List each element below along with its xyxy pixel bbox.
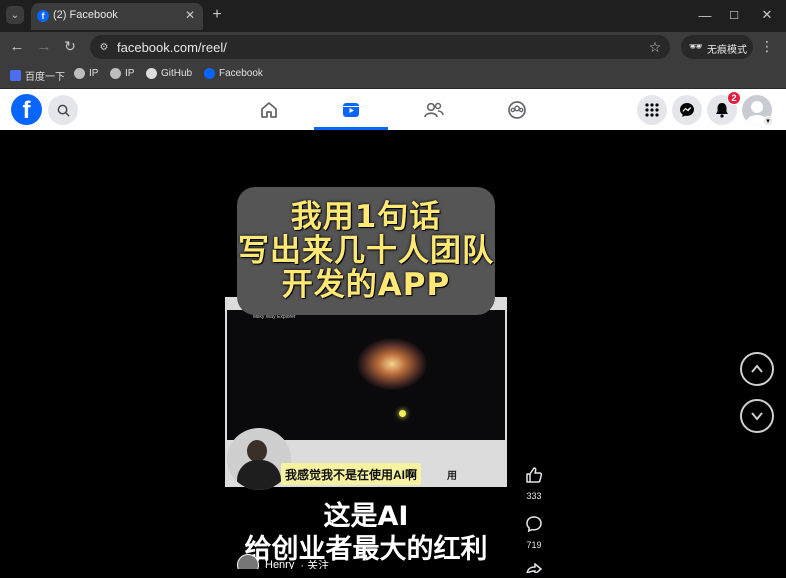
- previous-reel-button[interactable]: [740, 352, 774, 386]
- author-avatar[interactable]: [237, 554, 259, 569]
- browser-toolbar: ← → ↻ ⚙ facebook.com/reel/ ☆ 🕶 无痕模式 ⋮: [0, 32, 786, 61]
- github-icon: [146, 68, 157, 79]
- tab-search-icon[interactable]: ⌄: [6, 6, 24, 24]
- baidu-icon: [10, 70, 21, 81]
- maximize-icon[interactable]: ☐: [726, 7, 742, 23]
- tab-groups[interactable]: [480, 89, 554, 130]
- facebook-favicon-icon: f: [37, 10, 49, 22]
- top-title-line-2: 写出来几十人团队: [238, 233, 494, 269]
- browser-tab-bar: ⌄ f (2) Facebook ✕ + — ☐ ✕: [0, 0, 786, 32]
- new-tab-button[interactable]: +: [208, 6, 226, 24]
- sun-dot: [399, 410, 406, 417]
- milky-way-app-preview: Milky Way Explorer: [227, 310, 505, 440]
- top-title-line-1: 我用1句话: [290, 199, 442, 235]
- facebook-logo[interactable]: f: [11, 94, 42, 125]
- bookmark-baidu[interactable]: 百度一下: [10, 68, 65, 83]
- comment-count: 719: [526, 540, 542, 550]
- minimize-icon[interactable]: —: [697, 7, 713, 23]
- follow-link[interactable]: · 关注: [300, 557, 329, 569]
- bookmark-star-icon[interactable]: ☆: [646, 38, 664, 56]
- tab-title: (2) Facebook: [53, 9, 118, 21]
- notification-badge: 2: [727, 91, 741, 105]
- search-icon: [57, 104, 70, 117]
- bookmark-github[interactable]: GitHub: [146, 68, 192, 79]
- bookmarks-bar: 百度一下 IP IP GitHub Facebook: [0, 61, 786, 89]
- reels-icon: [343, 102, 359, 117]
- url-text: facebook.com/reel/: [117, 40, 227, 55]
- browser-tab[interactable]: f (2) Facebook ✕: [31, 3, 203, 30]
- comment-icon: [526, 516, 542, 533]
- tab-home[interactable]: [232, 89, 306, 130]
- forward-icon[interactable]: →: [35, 37, 53, 55]
- bookmark-label: IP: [125, 68, 135, 79]
- share-icon: [525, 562, 543, 577]
- search-button[interactable]: [48, 95, 78, 125]
- reel-video[interactable]: Milky Way Explorer 我用1句话 写出来几十人团队 开发的APP…: [225, 130, 507, 569]
- facebook-top-nav: f ▾: [0, 89, 786, 130]
- top-title-line-3: 开发的APP: [281, 267, 451, 303]
- messenger-button[interactable]: [672, 95, 702, 125]
- close-icon[interactable]: ✕: [759, 7, 775, 23]
- bottom-title-line-1: 这是AI: [323, 501, 409, 532]
- share-action[interactable]: [518, 560, 550, 578]
- chevron-down-icon[interactable]: ▾: [763, 116, 773, 126]
- bookmark-ip-1[interactable]: IP: [74, 68, 98, 79]
- like-count: 333: [526, 491, 542, 501]
- author-name[interactable]: Henry: [265, 559, 294, 569]
- bookmark-facebook[interactable]: Facebook: [204, 68, 263, 79]
- bookmark-ip-2[interactable]: IP: [110, 68, 134, 79]
- messenger-icon: [680, 103, 694, 117]
- bell-icon: [716, 103, 728, 118]
- video-subtitle: 我感觉我不是在使用AI啊: [281, 463, 422, 485]
- next-reel-button[interactable]: [740, 399, 774, 433]
- bookmark-label: GitHub: [161, 68, 193, 79]
- author-row: Henry · 关注: [237, 554, 329, 569]
- like-action[interactable]: 333: [518, 466, 550, 501]
- chevron-up-icon: [751, 364, 763, 373]
- globe-icon: [74, 68, 85, 79]
- address-bar[interactable]: ⚙ facebook.com/reel/ ☆: [90, 35, 670, 59]
- tab-close-icon[interactable]: ✕: [183, 8, 197, 22]
- galaxy-image: [357, 338, 427, 390]
- tab-reels[interactable]: [314, 89, 388, 130]
- site-info-icon[interactable]: ⚙: [96, 39, 112, 55]
- menu-button[interactable]: [637, 95, 667, 125]
- tab-friends[interactable]: [397, 89, 471, 130]
- bookmark-label: Facebook: [219, 68, 263, 79]
- back-icon[interactable]: ←: [8, 37, 26, 55]
- menu-grid-icon: [645, 103, 659, 117]
- reel-top-title: 我用1句话 写出来几十人团队 开发的APP: [237, 187, 495, 315]
- facebook-icon: [204, 68, 215, 79]
- groups-icon: [508, 100, 526, 119]
- thumbs-up-icon: [526, 467, 543, 483]
- home-icon: [261, 101, 277, 118]
- incognito-icon: 🕶: [689, 41, 703, 53]
- bookmark-label: 百度一下: [25, 72, 65, 83]
- incognito-label: 无痕模式: [707, 45, 747, 56]
- globe-icon: [110, 68, 121, 79]
- menu-kebab-icon[interactable]: ⋮: [759, 37, 775, 55]
- comment-action[interactable]: 719: [518, 515, 550, 550]
- chevron-down-icon: [751, 412, 763, 421]
- friends-icon: [424, 102, 444, 117]
- video-subtitle-overflow: 用: [447, 471, 457, 482]
- incognito-badge[interactable]: 🕶 无痕模式: [681, 35, 753, 59]
- reload-icon[interactable]: ↻: [61, 37, 79, 55]
- bookmark-label: IP: [89, 68, 99, 79]
